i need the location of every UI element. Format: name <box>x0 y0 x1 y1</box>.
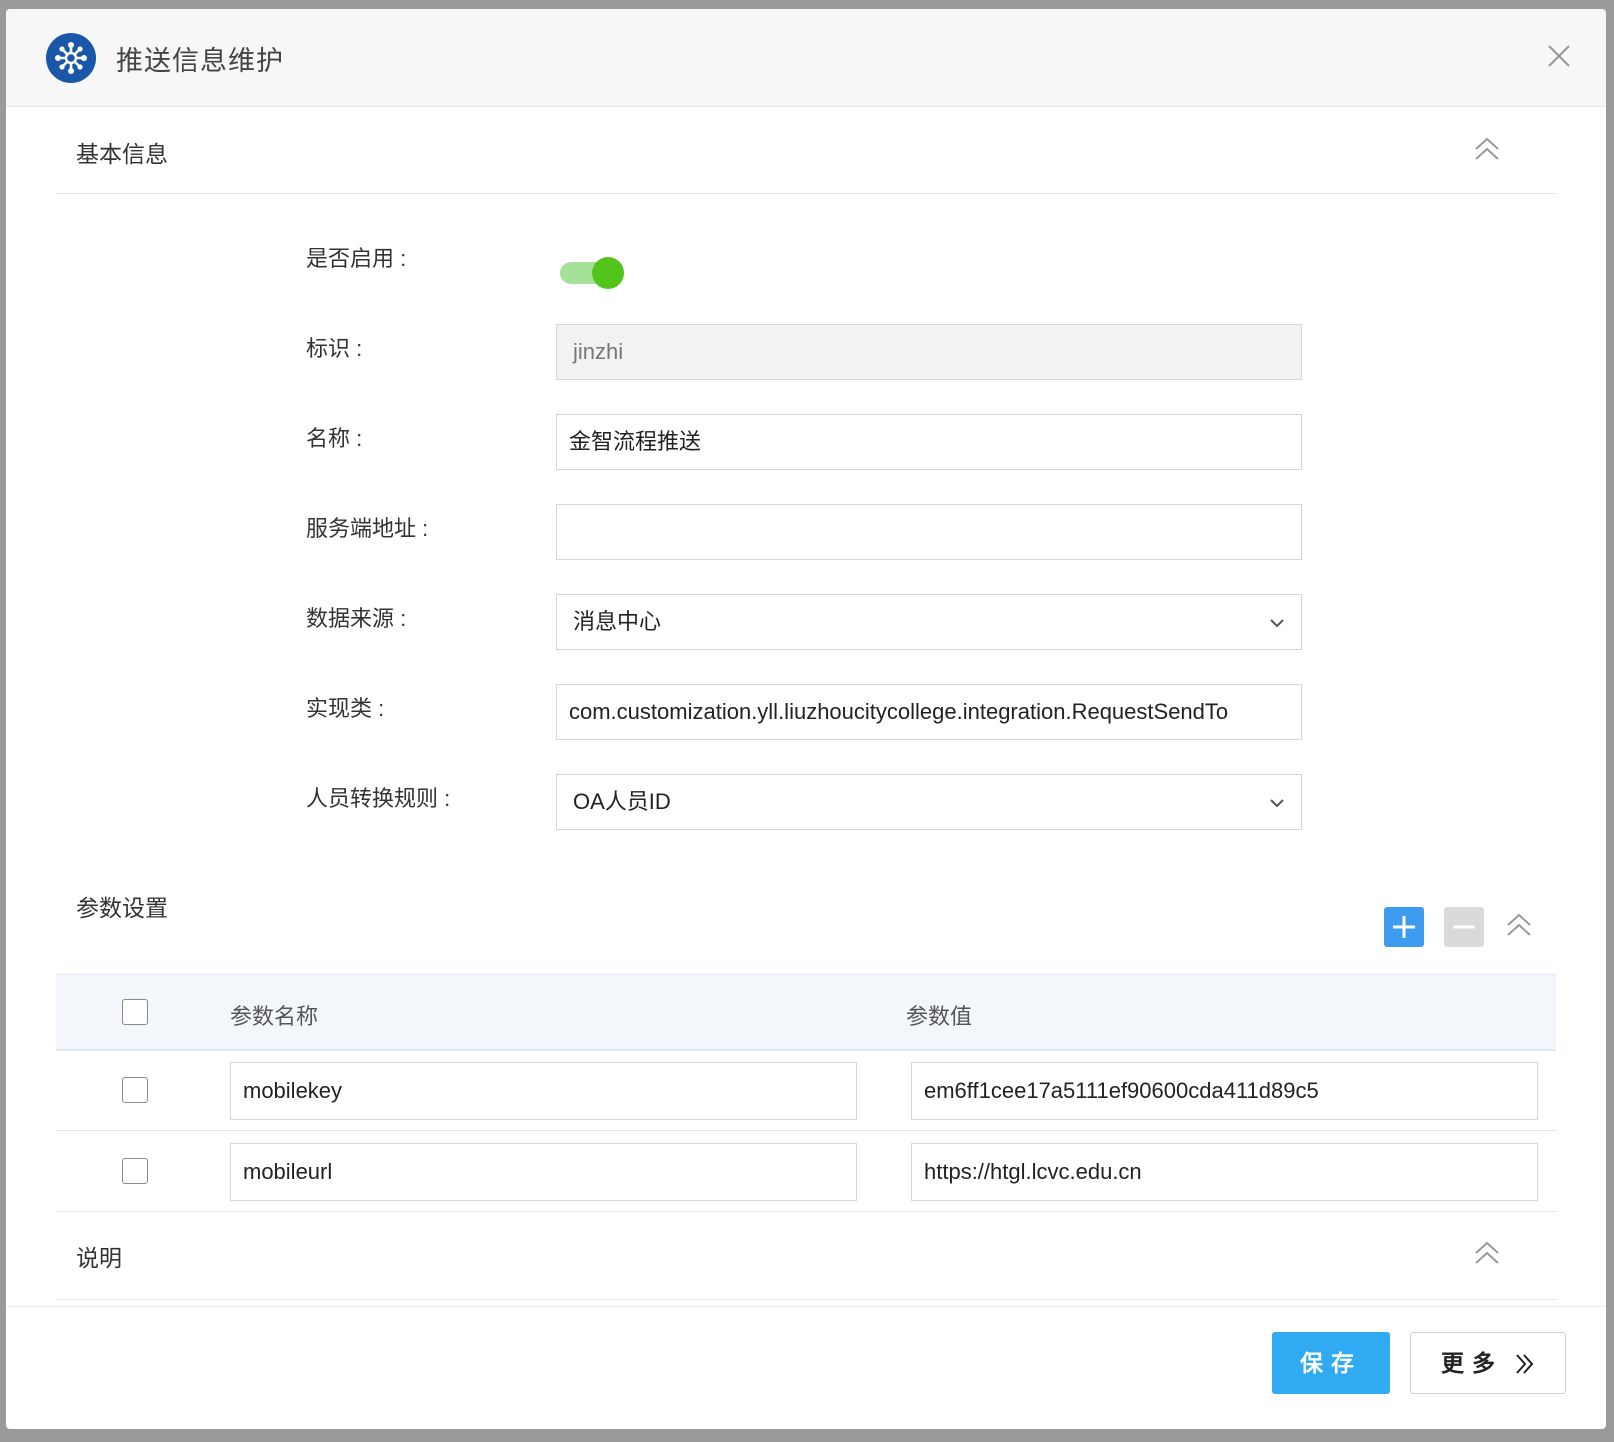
more-button[interactable]: 更多 <box>1410 1332 1566 1394</box>
chevron-down-icon <box>1270 619 1284 628</box>
impl-class-field[interactable]: com.customization.yll.liuzhoucitycollege… <box>556 684 1302 740</box>
person-rule-select[interactable]: OA人员ID <box>556 774 1302 830</box>
section-title: 基本信息 <box>76 141 168 167</box>
select-all-checkbox[interactable] <box>122 999 148 1025</box>
table-row: mobilekey em6ff1cee17a5111ef90600cda411d… <box>56 1050 1556 1131</box>
minus-icon[interactable] <box>1444 907 1484 947</box>
identifier-label: 标识 : <box>306 336 363 361</box>
data-source-select[interactable]: 消息中心 <box>556 594 1302 650</box>
enabled-label: 是否启用 : <box>306 246 407 271</box>
table-row: mobileurl https://htgl.lcvc.edu.cn <box>56 1131 1556 1212</box>
double-chevron-up-icon[interactable] <box>1472 135 1502 165</box>
params-section-title: 参数设置 <box>76 895 168 921</box>
dialog: 推送信息维护 基本信息 是否启用 : 标识 : jinzhi 名称 : 金智流程… <box>6 9 1606 1429</box>
column-header-param-value: 参数值 <box>906 1004 973 1029</box>
plus-icon[interactable] <box>1384 907 1424 947</box>
person-rule-label: 人员转换规则 : <box>306 786 451 811</box>
close-icon[interactable] <box>1542 39 1576 73</box>
enabled-toggle[interactable] <box>560 256 624 290</box>
data-source-value: 消息中心 <box>573 609 662 634</box>
double-chevron-right-icon <box>1516 1354 1534 1374</box>
server-address-field[interactable] <box>556 504 1302 560</box>
param-value-input[interactable]: em6ff1cee17a5111ef90600cda411d89c5 <box>911 1062 1538 1120</box>
section-notes: 说明 <box>56 1213 1556 1300</box>
double-chevron-up-icon[interactable] <box>1472 1239 1502 1269</box>
app-logo-icon <box>46 33 96 83</box>
param-value-input[interactable]: https://htgl.lcvc.edu.cn <box>911 1143 1538 1201</box>
column-header-param-name: 参数名称 <box>230 1004 319 1029</box>
dialog-titlebar: 推送信息维护 <box>6 9 1606 107</box>
row-checkbox[interactable] <box>122 1158 148 1184</box>
chevron-down-icon <box>1270 799 1284 808</box>
double-chevron-up-icon[interactable] <box>1504 911 1534 941</box>
dialog-title: 推送信息维护 <box>116 46 284 76</box>
name-field[interactable]: 金智流程推送 <box>556 414 1302 470</box>
section-basic-info: 基本信息 <box>56 107 1556 194</box>
more-button-label: 更多 <box>1441 1350 1503 1376</box>
name-label: 名称 : <box>306 426 363 451</box>
row-checkbox[interactable] <box>122 1077 148 1103</box>
param-name-input[interactable]: mobilekey <box>230 1062 857 1120</box>
impl-class-label: 实现类 : <box>306 696 385 721</box>
params-table-header: 参数名称 参数值 <box>56 974 1556 1051</box>
server-address-label: 服务端地址 : <box>306 516 429 541</box>
footer-divider <box>6 1306 1606 1307</box>
data-source-label: 数据来源 : <box>306 606 407 631</box>
toggle-knob <box>592 257 624 289</box>
section-title: 说明 <box>76 1245 122 1271</box>
identifier-field: jinzhi <box>556 324 1302 380</box>
person-rule-value: OA人员ID <box>573 789 671 814</box>
save-button[interactable]: 保存 <box>1272 1332 1390 1394</box>
param-name-input[interactable]: mobileurl <box>230 1143 857 1201</box>
